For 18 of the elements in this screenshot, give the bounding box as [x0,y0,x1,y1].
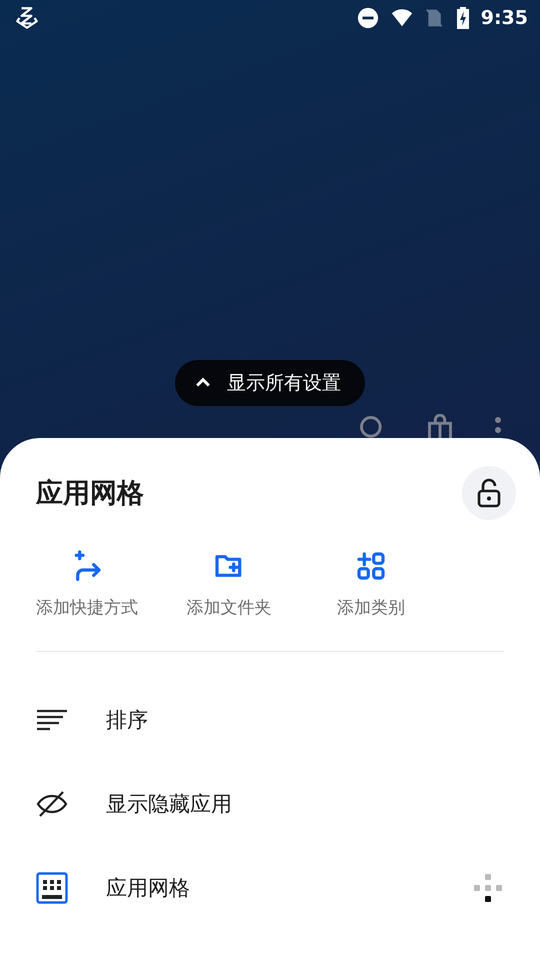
add-action-button[interactable]: 添加快捷方式 [18,550,156,619]
sort-icon [36,708,68,732]
add-action-button[interactable]: 添加文件夹 [160,550,298,619]
menu-item[interactable]: 显示隐藏应用 [36,762,504,846]
grid-size-icon [472,872,504,904]
add-category-icon [355,550,387,582]
battery-charging-icon [454,6,471,30]
app-logo-icon [14,5,40,31]
add-action-button[interactable]: 添加类别 [302,550,440,619]
eye-off-icon [36,790,68,818]
app-grid-icon [36,872,68,904]
show-all-settings-button[interactable]: 显示所有设置 [175,360,365,406]
menu-item[interactable]: 应用网格 [36,846,504,930]
menu-item[interactable]: 排序 [36,678,504,762]
do-not-disturb-icon [356,7,379,29]
status-time: 9:35 [480,7,528,29]
unlocked-icon [475,478,503,508]
sheet-title: 应用网格 [36,477,144,511]
